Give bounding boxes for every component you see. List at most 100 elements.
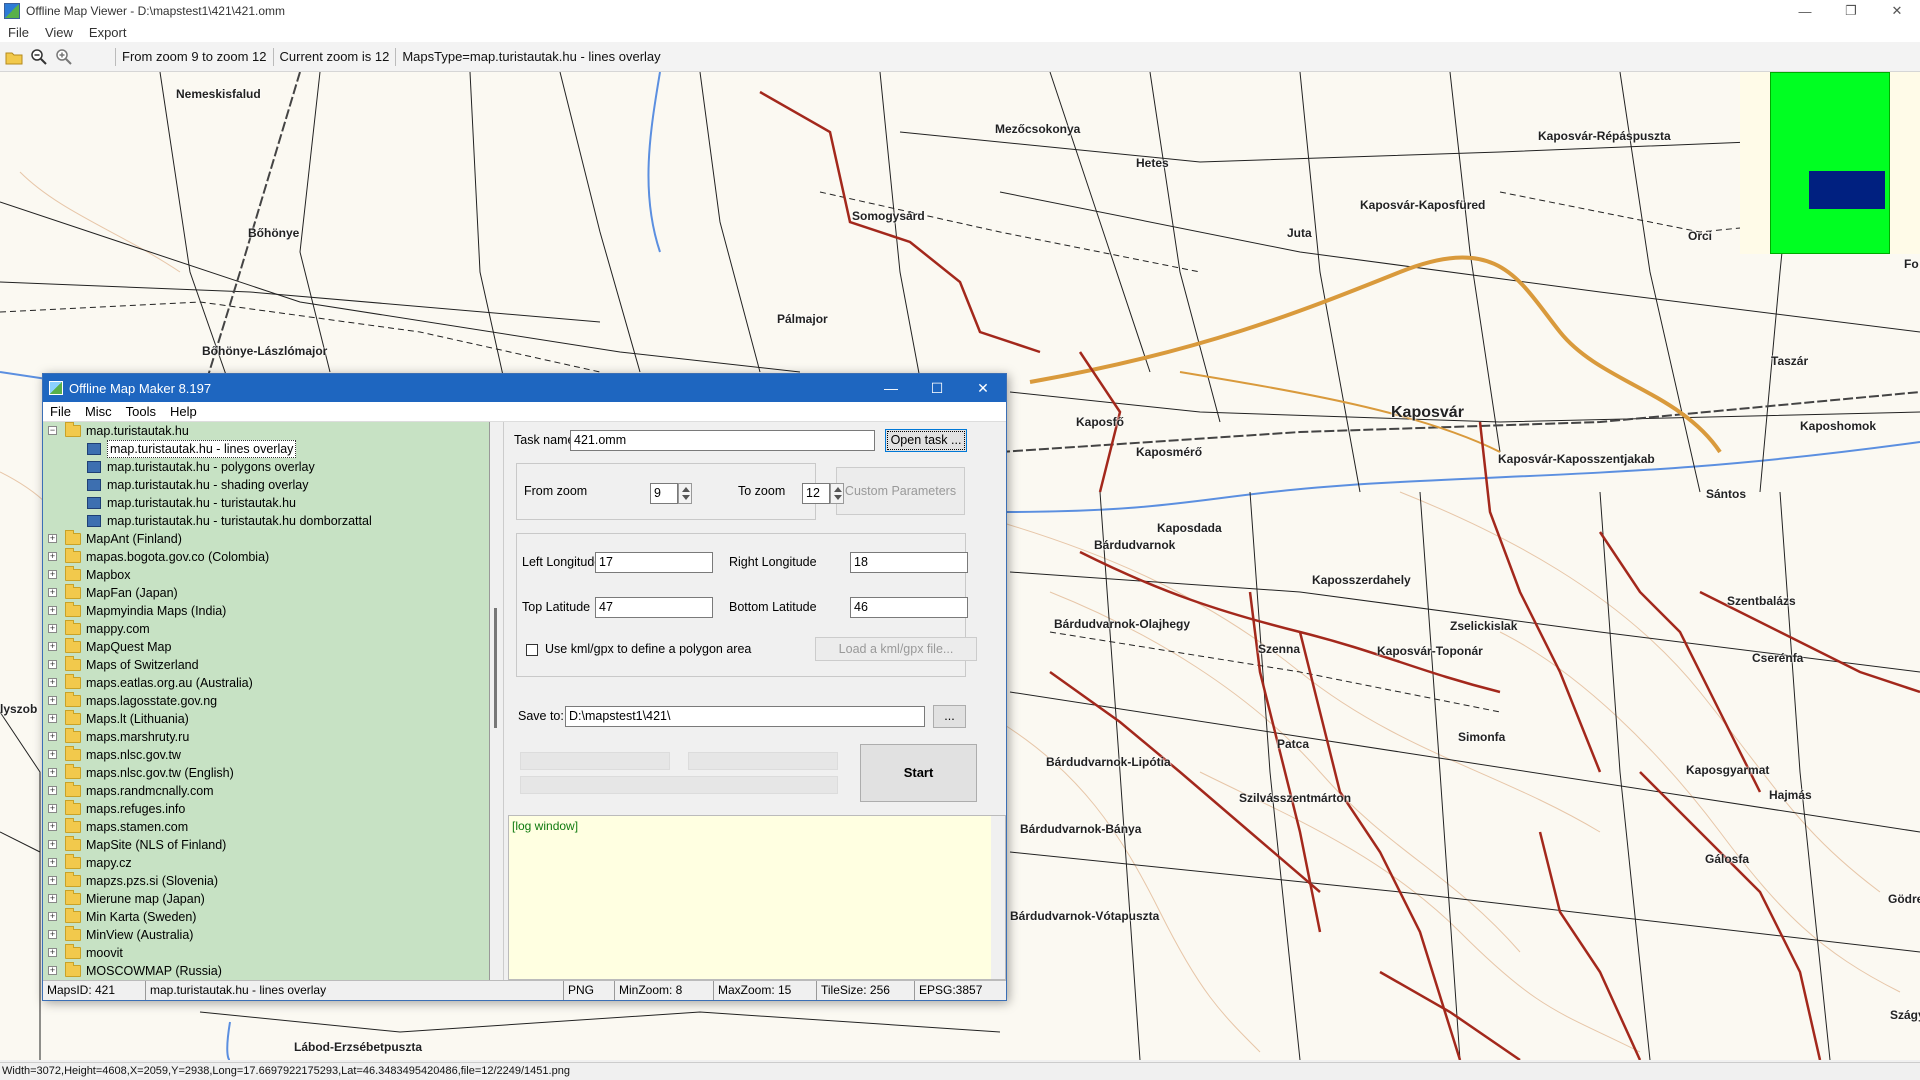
zoom-out-icon[interactable] bbox=[28, 46, 50, 68]
tree-folder-item[interactable]: + maps.stamen.com bbox=[43, 818, 489, 836]
tree-folder-item[interactable]: + MOSCOWMAP (Russia) bbox=[43, 962, 489, 980]
expand-icon[interactable]: + bbox=[48, 696, 57, 705]
expand-icon[interactable]: + bbox=[48, 588, 57, 597]
tree-folder-item[interactable]: − map.turistautak.hu bbox=[43, 422, 489, 440]
tree-folder-item[interactable]: + Mapmyindia Maps (India) bbox=[43, 602, 489, 620]
restore-button[interactable]: ❐ bbox=[1828, 0, 1874, 22]
minimap-viewport[interactable] bbox=[1809, 171, 1885, 209]
map-source-tree[interactable]: − map.turistautak.hu map.turistautak.hu - … bbox=[43, 422, 490, 980]
tree-folder-item[interactable]: + mapas.bogota.gov.co (Colombia) bbox=[43, 548, 489, 566]
expand-icon[interactable]: + bbox=[48, 552, 57, 561]
tree-map-item[interactable]: map.turistautak.hu - polygons overlay bbox=[43, 458, 489, 476]
log-scrollbar[interactable] bbox=[991, 816, 1005, 979]
tree-folder-item[interactable]: + Mapbox bbox=[43, 566, 489, 584]
tree-folder-item[interactable]: + maps.refuges.info bbox=[43, 800, 489, 818]
expand-icon[interactable]: + bbox=[48, 840, 57, 849]
expand-icon[interactable]: + bbox=[48, 606, 57, 615]
expand-icon[interactable]: + bbox=[48, 876, 57, 885]
expand-icon[interactable]: + bbox=[48, 534, 57, 543]
menu-export[interactable]: Export bbox=[81, 25, 135, 40]
tree-map-item[interactable]: map.turistautak.hu - turistautak.hu bbox=[43, 494, 489, 512]
log-window[interactable]: [log window] bbox=[508, 815, 1006, 980]
tree-folder-item[interactable]: + MapQuest Map bbox=[43, 638, 489, 656]
tree-folder-item[interactable]: + mapzs.pzs.si (Slovenia) bbox=[43, 872, 489, 890]
tree-scrollbar[interactable] bbox=[490, 422, 504, 980]
tree-map-item[interactable]: map.turistautak.hu - lines overlay bbox=[43, 440, 489, 458]
use-kml-checkbox[interactable] bbox=[526, 644, 538, 656]
tree-scroll-thumb[interactable] bbox=[494, 608, 497, 728]
expand-icon[interactable]: + bbox=[48, 786, 57, 795]
expand-icon[interactable]: + bbox=[48, 930, 57, 939]
place-label: Bárdudvarnok-Vótapuszta bbox=[1010, 909, 1160, 923]
dialog-menu-help[interactable]: Help bbox=[163, 404, 204, 419]
open-folder-icon[interactable] bbox=[3, 46, 25, 68]
expand-icon[interactable]: + bbox=[48, 858, 57, 867]
expand-icon[interactable]: + bbox=[48, 894, 57, 903]
top-latitude-input[interactable]: 47 bbox=[595, 597, 713, 618]
tree-folder-item[interactable]: + Mierune map (Japan) bbox=[43, 890, 489, 908]
tree-item-label: maps.nlsc.gov.tw (English) bbox=[86, 766, 234, 780]
load-kml-button[interactable]: Load a kml/gpx file... bbox=[815, 637, 977, 661]
expand-icon[interactable]: + bbox=[48, 624, 57, 633]
close-button[interactable]: ✕ bbox=[1874, 0, 1920, 22]
tree-folder-item[interactable]: + mapy.cz bbox=[43, 854, 489, 872]
expand-icon[interactable]: + bbox=[48, 570, 57, 579]
main-titlebar: Offline Map Viewer - D:\mapstest1\421\42… bbox=[0, 0, 1920, 22]
dialog-menu-tools[interactable]: Tools bbox=[119, 404, 163, 419]
expand-icon[interactable]: + bbox=[48, 714, 57, 723]
expand-icon[interactable]: + bbox=[48, 768, 57, 777]
tree-folder-item[interactable]: + MapAnt (Finland) bbox=[43, 530, 489, 548]
from-zoom-input[interactable]: 9 bbox=[650, 483, 678, 504]
left-longitude-input[interactable]: 17 bbox=[595, 552, 713, 573]
expand-icon[interactable]: + bbox=[48, 912, 57, 921]
tree-map-item[interactable]: map.turistautak.hu - shading overlay bbox=[43, 476, 489, 494]
browse-button[interactable]: ... bbox=[933, 705, 966, 728]
zoom-in-icon[interactable] bbox=[53, 46, 75, 68]
dialog-close-button[interactable]: ✕ bbox=[960, 374, 1006, 402]
tree-folder-item[interactable]: + Maps of Switzerland bbox=[43, 656, 489, 674]
from-zoom-spinner[interactable] bbox=[678, 483, 692, 504]
tree-folder-item[interactable]: + mappy.com bbox=[43, 620, 489, 638]
tree-folder-item[interactable]: + maps.nlsc.gov.tw (English) bbox=[43, 764, 489, 782]
tree-folder-item[interactable]: + maps.eatlas.org.au (Australia) bbox=[43, 674, 489, 692]
task-name-input[interactable]: 421.omm bbox=[570, 430, 875, 451]
menu-file[interactable]: File bbox=[0, 25, 37, 40]
dialog-minimize-button[interactable]: — bbox=[868, 374, 914, 402]
open-task-button[interactable]: Open task ... bbox=[885, 429, 967, 452]
tree-folder-item[interactable]: + maps.nlsc.gov.tw bbox=[43, 746, 489, 764]
tree-folder-item[interactable]: + Maps.lt (Lithuania) bbox=[43, 710, 489, 728]
tree-folder-item[interactable]: + maps.marshruty.ru bbox=[43, 728, 489, 746]
minimap[interactable] bbox=[1770, 72, 1890, 254]
expand-icon[interactable]: + bbox=[48, 822, 57, 831]
save-to-input[interactable]: D:\mapstest1\421\ bbox=[565, 706, 925, 727]
tree-folder-item[interactable]: + MapSite (NLS of Finland) bbox=[43, 836, 489, 854]
expand-icon[interactable]: + bbox=[48, 750, 57, 759]
to-zoom-spinner[interactable] bbox=[830, 483, 844, 504]
start-button[interactable]: Start bbox=[860, 744, 977, 802]
expand-icon[interactable]: + bbox=[48, 804, 57, 813]
dialog-menu-misc[interactable]: Misc bbox=[78, 404, 119, 419]
expand-icon[interactable]: + bbox=[48, 966, 57, 975]
expand-icon[interactable]: + bbox=[48, 732, 57, 741]
expand-icon[interactable]: + bbox=[48, 678, 57, 687]
tree-folder-item[interactable]: + maps.randmcnally.com bbox=[43, 782, 489, 800]
tree-folder-item[interactable]: + Min Karta (Sweden) bbox=[43, 908, 489, 926]
tree-folder-item[interactable]: + moovit bbox=[43, 944, 489, 962]
tree-map-item[interactable]: map.turistautak.hu - turistautak.hu domb… bbox=[43, 512, 489, 530]
dialog-menu-file[interactable]: File bbox=[43, 404, 78, 419]
expand-icon[interactable]: + bbox=[48, 948, 57, 957]
menu-view[interactable]: View bbox=[37, 25, 81, 40]
right-longitude-input[interactable]: 18 bbox=[850, 552, 968, 573]
expand-icon[interactable]: + bbox=[48, 642, 57, 651]
tree-folder-item[interactable]: + MapFan (Japan) bbox=[43, 584, 489, 602]
expand-icon[interactable]: + bbox=[48, 660, 57, 669]
collapse-icon[interactable]: − bbox=[48, 426, 57, 435]
dialog-maximize-button[interactable]: ☐ bbox=[914, 374, 960, 402]
custom-parameters-button[interactable]: Custom Parameters bbox=[836, 467, 965, 515]
tree-folder-item[interactable]: + maps.lagosstate.gov.ng bbox=[43, 692, 489, 710]
bottom-latitude-input[interactable]: 46 bbox=[850, 597, 968, 618]
minimize-button[interactable]: — bbox=[1782, 0, 1828, 22]
tree-item-label: mapas.bogota.gov.co (Colombia) bbox=[86, 550, 270, 564]
to-zoom-input[interactable]: 12 bbox=[802, 483, 830, 504]
tree-folder-item[interactable]: + MinView (Australia) bbox=[43, 926, 489, 944]
